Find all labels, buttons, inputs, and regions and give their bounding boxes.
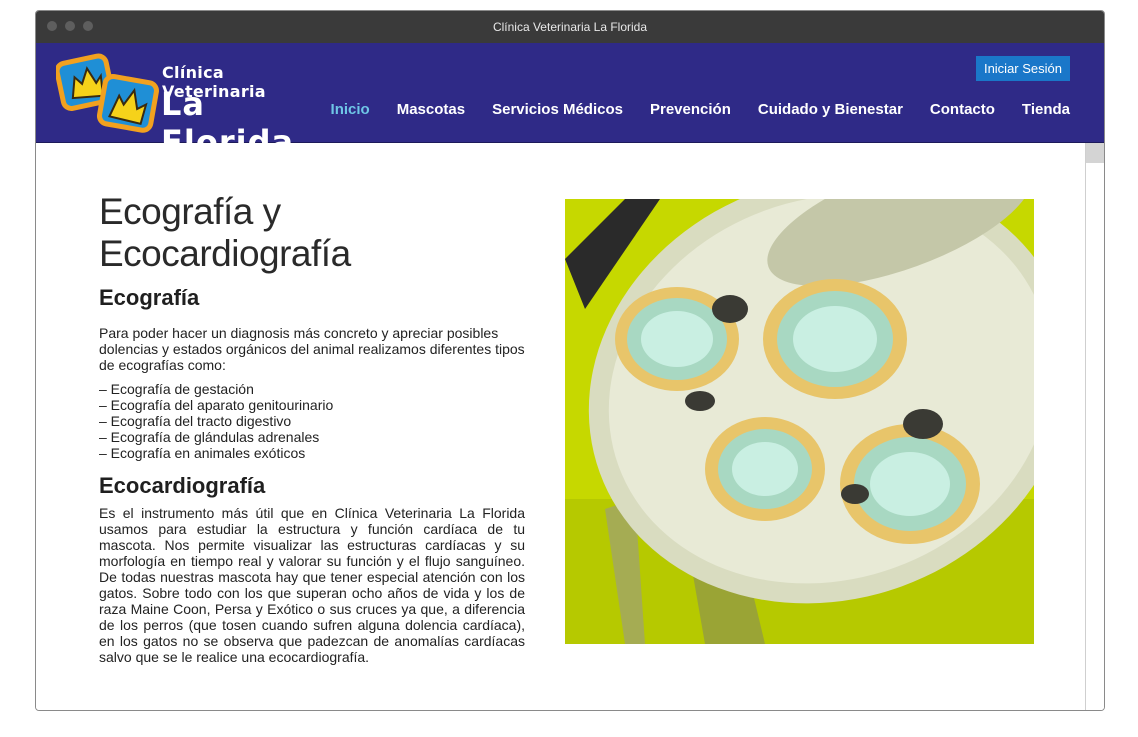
surgical-lamp-image <box>565 199 1034 644</box>
menu-item-servicios-medicos[interactable]: Servicios Médicos <box>492 101 623 118</box>
surgical-lamp-photo <box>565 199 1034 644</box>
close-dot-icon[interactable] <box>47 21 57 31</box>
ecografia-intro: Para poder hacer un diagnosis más concre… <box>99 325 525 373</box>
ecocardiografia-body: Es el instrumento más útil que en Clínic… <box>99 505 525 665</box>
scrollbar-thumb[interactable] <box>1086 143 1104 163</box>
dogs-logo-icon <box>56 53 159 133</box>
menu-item-prevencion[interactable]: Prevención <box>650 101 731 118</box>
menu-item-tienda[interactable]: Tienda <box>1022 101 1070 118</box>
menu-item-mascotas[interactable]: Mascotas <box>397 101 465 118</box>
window-controls <box>47 21 93 31</box>
page-content: Ecografía y Ecocardiografía Ecografía Pa… <box>36 143 1104 710</box>
list-item: – Ecografía del tracto digestivo <box>99 413 292 429</box>
page-scrollbar[interactable] <box>1085 143 1104 710</box>
site-header: Clínica Veterinaria La Florida Iniciar S… <box>36 43 1104 161</box>
article: Ecografía y Ecocardiografía Ecografía Pa… <box>99 191 525 673</box>
window-title: Clínica Veterinaria La Florida <box>492 20 648 34</box>
list-item: – Ecografía de gestación <box>99 381 254 397</box>
main-menu: Inicio Mascotas Servicios Médicos Preven… <box>331 101 1070 118</box>
browser-window: Clínica Veterinaria La Florida Clínica V… <box>35 10 1105 711</box>
site-logo[interactable]: Clínica Veterinaria La Florida <box>56 53 316 161</box>
list-item: – Ecografía de glándulas adrenales <box>99 429 320 445</box>
maximize-dot-icon[interactable] <box>83 21 93 31</box>
menu-item-contacto[interactable]: Contacto <box>930 101 995 118</box>
section-heading-ecografia: Ecografía <box>99 285 200 310</box>
menu-item-cuidado-bienestar[interactable]: Cuidado y Bienestar <box>758 101 903 118</box>
page-title: Ecografía y Ecocardiografía <box>99 191 351 274</box>
menu-item-inicio[interactable]: Inicio <box>331 101 370 118</box>
login-button[interactable]: Iniciar Sesión <box>975 56 1070 81</box>
list-item: – Ecografía en animales exóticos <box>99 445 306 461</box>
ecografia-list: – Ecografía de gestación – Ecografía del… <box>99 381 525 461</box>
title-bar: Clínica Veterinaria La Florida <box>36 11 1104 43</box>
section-heading-ecocardiografia: Ecocardiografía <box>99 473 266 498</box>
list-item: – Ecografía del aparato genitourinario <box>99 397 334 413</box>
minimize-dot-icon[interactable] <box>65 21 75 31</box>
